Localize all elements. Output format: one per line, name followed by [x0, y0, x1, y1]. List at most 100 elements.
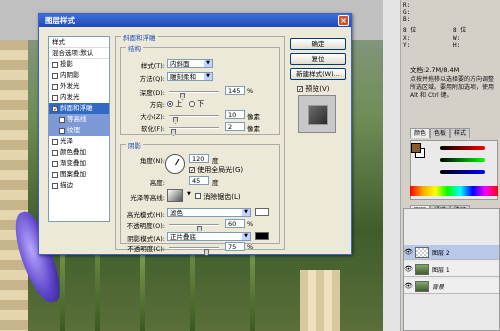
shadow-opacity-knob[interactable]	[204, 249, 209, 256]
green-slider[interactable]	[440, 158, 485, 162]
checkbox-checked[interactable]: ✓	[297, 86, 303, 93]
eye-icon[interactable]: 👁	[404, 282, 413, 290]
size-input[interactable]: 10	[225, 110, 245, 119]
direction-down-radio[interactable]: 下	[189, 99, 204, 109]
tool-strip	[383, 0, 401, 331]
bevel-style-select[interactable]: 内斜面 ▼	[167, 59, 213, 68]
info-label: H:	[453, 42, 461, 49]
checkbox[interactable]	[52, 171, 58, 178]
style-item-styles[interactable]: 样式	[49, 37, 109, 48]
altitude-label: 高度:	[149, 179, 165, 187]
eye-icon[interactable]: 👁	[404, 265, 413, 273]
angle-dial[interactable]	[165, 154, 185, 174]
tab-swatches[interactable]: 色板	[430, 128, 451, 138]
chevron-down-icon: ▼	[204, 60, 212, 67]
blue-slider[interactable]	[440, 170, 485, 174]
technique-select[interactable]: 雕刻柔和 ▼	[167, 72, 213, 81]
angle-input[interactable]: 120	[189, 154, 209, 163]
layer-thumbnail	[415, 246, 429, 258]
size-label: 大小(Z):	[140, 113, 165, 121]
style-list: 样式 混合选项:默认 投影 内阴影 外发光 内发光 ✓ 斜面和浮雕 等高线 纹理 …	[48, 36, 110, 222]
style-item-outer-glow[interactable]: 外发光	[49, 81, 109, 92]
reset-button[interactable]: 复位	[290, 53, 346, 65]
global-light-checkbox[interactable]: ✓ 使用全局光(G)	[189, 165, 243, 175]
layer-row[interactable]: 👁 图层 2	[404, 245, 499, 260]
style-item-color-overlay[interactable]: 颜色叠加	[49, 147, 109, 158]
style-item-satin[interactable]: 光泽	[49, 136, 109, 147]
style-item-label: 渐变叠加	[60, 159, 86, 167]
style-item-contour[interactable]: 等高线	[49, 114, 109, 125]
checkbox-checked[interactable]: ✓	[52, 105, 58, 112]
anti-alias-checkbox[interactable]: 消除锯齿(L)	[195, 192, 241, 202]
checkbox-label: 使用全局光(G)	[197, 166, 244, 174]
tab-color[interactable]: 颜色	[410, 128, 431, 138]
checkbox[interactable]	[59, 127, 65, 134]
dialog-titlebar[interactable]: 图层样式 ×	[39, 14, 351, 27]
soften-input[interactable]: 2	[225, 122, 245, 131]
layer-name: 图层 1	[432, 266, 450, 274]
group-title: 阴影	[126, 140, 143, 150]
checkbox[interactable]	[52, 72, 58, 79]
style-item-pattern-overlay[interactable]: 图案叠加	[49, 169, 109, 180]
shadow-opacity-input[interactable]: 75	[225, 242, 245, 251]
style-item-inner-glow[interactable]: 内发光	[49, 92, 109, 103]
checkbox[interactable]	[52, 138, 58, 145]
style-item-gradient-overlay[interactable]: 渐变叠加	[49, 158, 109, 169]
checkbox-checked[interactable]: ✓	[189, 167, 195, 174]
style-item-drop-shadow[interactable]: 投影	[49, 59, 109, 70]
ok-button[interactable]: 确定	[290, 38, 346, 50]
style-item-label: 颜色叠加	[60, 148, 86, 156]
checkbox[interactable]	[52, 160, 58, 167]
unit-label: %	[247, 243, 254, 251]
style-item-inner-shadow[interactable]: 内阴影	[49, 70, 109, 81]
eye-icon[interactable]: 👁	[404, 248, 413, 256]
preview-checkbox[interactable]: ✓ 预览(V)	[297, 84, 330, 94]
layer-thumbnail	[415, 280, 429, 292]
highlight-opacity-input[interactable]: 60	[225, 219, 245, 228]
checkbox[interactable]	[52, 182, 58, 189]
close-icon[interactable]: ×	[338, 15, 349, 26]
new-style-button[interactable]: 新建样式(W)...	[290, 68, 346, 80]
highlight-mode-select[interactable]: 滤色 ▼	[167, 208, 251, 217]
style-item-texture[interactable]: 纹理	[49, 125, 109, 136]
depth-input[interactable]: 145	[225, 86, 245, 95]
shadow-color-swatch[interactable]	[255, 232, 269, 240]
checkbox[interactable]	[59, 116, 65, 123]
select-value: 内斜面	[170, 60, 190, 68]
checkbox[interactable]	[52, 94, 58, 101]
shadow-opacity-slider[interactable]	[169, 247, 219, 249]
checkbox[interactable]	[52, 61, 58, 68]
style-item-bevel-emboss[interactable]: ✓ 斜面和浮雕	[49, 103, 109, 114]
style-item-blending[interactable]: 混合选项:默认	[49, 48, 109, 59]
checkbox[interactable]	[52, 83, 58, 90]
checkbox[interactable]	[195, 193, 201, 199]
color-spectrum[interactable]	[410, 186, 498, 196]
highlight-opacity-slider[interactable]	[169, 224, 219, 226]
highlight-opacity-label: 不透明度(O):	[126, 222, 165, 230]
red-slider[interactable]	[440, 146, 485, 150]
radio-selected[interactable]	[167, 101, 173, 107]
altitude-input[interactable]: 45	[189, 176, 209, 185]
size-slider[interactable]	[169, 115, 219, 117]
gloss-contour-picker[interactable]	[167, 189, 183, 202]
unit-label: 度	[212, 179, 219, 187]
layer-row[interactable]: 👁 图层 1	[404, 262, 499, 277]
select-value: 雕刻柔和	[170, 73, 196, 81]
radio[interactable]	[189, 101, 195, 107]
soften-slider[interactable]	[169, 127, 219, 129]
style-item-stroke[interactable]: 描边	[49, 180, 109, 191]
group-title: 结构	[126, 43, 143, 53]
shadow-mode-select[interactable]: 正片叠底 ▼	[167, 232, 251, 241]
checkbox[interactable]	[52, 149, 58, 156]
tab-styles[interactable]: 样式	[450, 128, 471, 138]
direction-up-radio[interactable]: 上	[167, 99, 182, 109]
depth-slider[interactable]	[169, 91, 219, 93]
foreground-color-swatch[interactable]	[411, 143, 421, 153]
highlight-color-swatch[interactable]	[255, 208, 269, 216]
layer-row[interactable]: 👁 背景	[404, 279, 499, 294]
radio-label: 上	[175, 100, 183, 108]
depth-label: 深度(D):	[139, 89, 165, 97]
chevron-down-icon[interactable]: ▼	[187, 191, 191, 197]
doc-size: 文档:2.7M/8.4M	[410, 66, 460, 74]
unit-label: 像素	[247, 113, 260, 121]
